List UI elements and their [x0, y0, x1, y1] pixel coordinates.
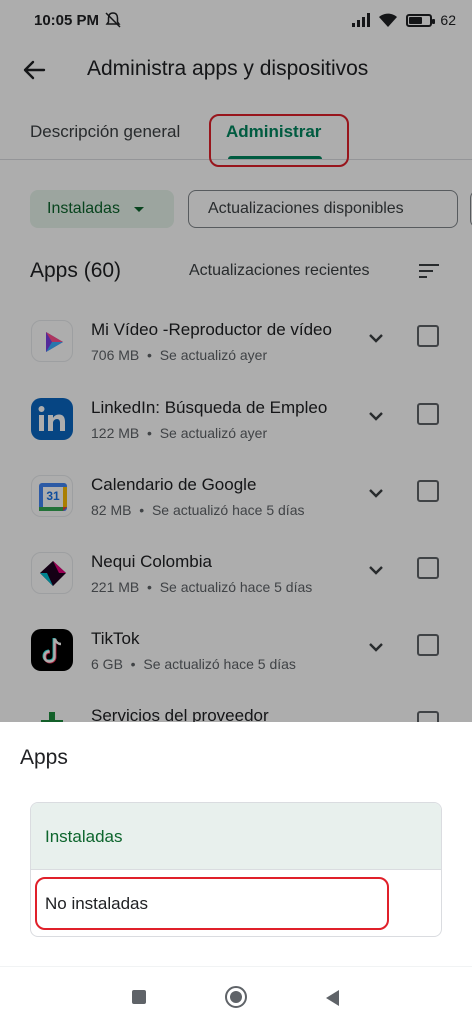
modal-scrim[interactable]	[0, 0, 472, 722]
option-installed[interactable]: Instaladas	[31, 803, 441, 870]
option-highlight-annotation	[35, 877, 389, 930]
option-installed-label: Instaladas	[45, 827, 123, 846]
recents-button[interactable]	[132, 990, 146, 1004]
back-button[interactable]	[326, 990, 339, 1006]
bottom-sheet: Apps Instaladas No instaladas	[0, 722, 472, 966]
system-nav-bar	[0, 966, 472, 1024]
home-button[interactable]	[225, 986, 247, 1008]
sheet-title: Apps	[20, 746, 68, 769]
screen: 10:05 PM 62 Administra apps y dispositiv…	[0, 0, 472, 1024]
